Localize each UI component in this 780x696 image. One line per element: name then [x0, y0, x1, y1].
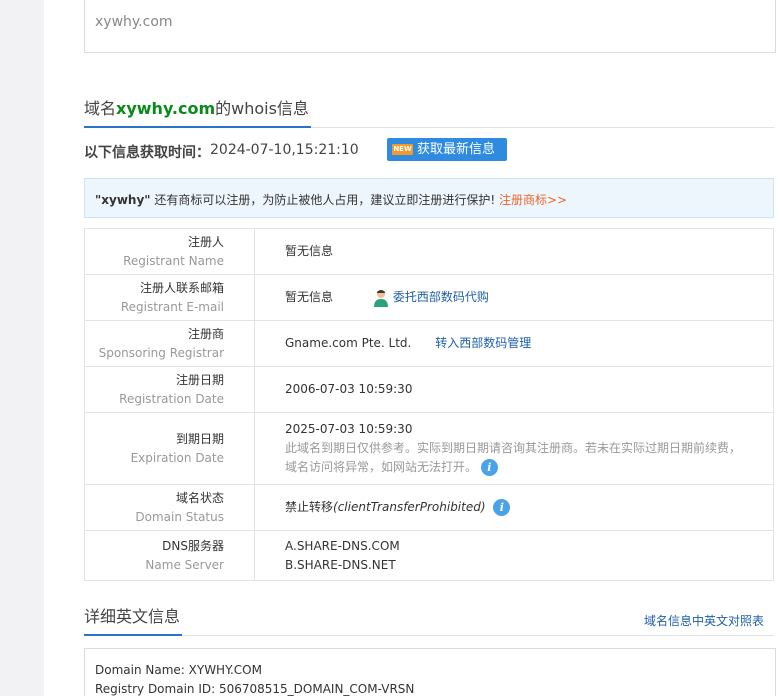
key-cn: 注册人联系邮箱	[139, 280, 224, 295]
name-server-2: B.SHARE-DNS.NET	[285, 557, 396, 572]
registration-date-value: 2006-07-03 10:59:30	[285, 382, 413, 396]
key-en: Name Server	[145, 557, 224, 572]
key-en: Registration Date	[119, 391, 224, 406]
expiration-note-line2-wrap: 域名访问将异常，如网站无法打开。 i	[285, 458, 773, 477]
detail-section-header: 详细英文信息 域名信息中英文对照表	[84, 604, 774, 636]
fetch-time-value: 2024-07-10,15:21:10	[210, 142, 359, 158]
row-value: 暂无信息 委托西部数码代购	[254, 274, 774, 321]
expiration-note-line2: 域名访问将异常，如网站无法打开。	[285, 460, 478, 474]
register-trademark-link[interactable]: 注册商标>>	[499, 193, 567, 207]
key-en: Registrant Name	[123, 253, 224, 268]
expiration-date-value: 2025-07-03 10:59:30	[285, 422, 413, 436]
person-icon	[373, 289, 388, 307]
row-key: 到期日期 Expiration Date	[84, 412, 255, 485]
whois-section-title: 域名xywhy.com的whois信息	[84, 96, 311, 128]
search-value: xywhy.com	[95, 14, 173, 30]
title-prefix: 域名	[84, 99, 117, 118]
raw-line: Domain Name: XYWHY.COM	[95, 663, 262, 677]
refresh-info-button[interactable]: NEW 获取最新信息	[387, 138, 507, 161]
whois-table: 注册人 Registrant Name 暂无信息 注册人联系邮箱 Registran…	[84, 228, 774, 581]
detail-section-title: 详细英文信息	[84, 604, 183, 636]
row-value: 禁止转移(clientTransferProhibited) i	[254, 484, 774, 531]
row-key: 注册日期 Registration Date	[84, 366, 255, 413]
refresh-button-label: 获取最新信息	[417, 142, 496, 157]
row-value: 暂无信息	[254, 228, 774, 275]
expiration-note-line1: 此域名到期日仅供参考。实际到期日期请咨询其注册商。若未在实际过期日期前续费，	[285, 441, 742, 455]
key-cn: 注册人	[187, 234, 224, 249]
status-value-en: (clientTransferProhibited)	[333, 500, 486, 514]
whois-section-header: 域名xywhy.com的whois信息	[84, 96, 774, 128]
registrar-value: Gname.com Pte. Ltd.	[285, 336, 412, 350]
row-value: Gname.com Pte. Ltd. 转入西部数码管理	[254, 320, 774, 367]
trademark-brand: "xywhy"	[95, 193, 151, 207]
new-badge-icon: NEW	[392, 144, 413, 155]
row-key: 注册人 Registrant Name	[84, 228, 255, 275]
key-en: Domain Status	[135, 509, 224, 524]
table-row: 到期日期 Expiration Date 2025-07-03 10:59:30 …	[84, 412, 774, 485]
row-value: 2006-07-03 10:59:30	[254, 366, 774, 413]
fetch-time-row: 以下信息获取时间： 2024-07-10,15:21:10 NEW 获取最新信息	[84, 138, 774, 162]
table-row: 注册人联系邮箱 Registrant E-mail 暂无信息 委托西部数码代购	[84, 274, 774, 321]
registrant-value: 暂无信息	[285, 244, 334, 258]
info-icon[interactable]: i	[493, 499, 511, 516]
raw-line: Registry Domain ID: 506708515_DOMAIN_COM…	[95, 682, 415, 696]
cn-en-glossary-link[interactable]: 域名信息中英文对照表	[644, 612, 764, 629]
key-en: Expiration Date	[130, 450, 224, 465]
row-key: 注册人联系邮箱 Registrant E-mail	[84, 274, 255, 321]
status-value: 禁止转移	[285, 500, 334, 514]
transfer-in-link[interactable]: 转入西部数码管理	[435, 336, 531, 350]
key-cn: 到期日期	[175, 431, 224, 446]
row-value: A.SHARE-DNS.COM B.SHARE-DNS.NET	[254, 530, 774, 581]
left-rail	[0, 0, 44, 696]
key-cn: 域名状态	[175, 490, 224, 505]
key-en: Registrant E-mail	[120, 299, 224, 314]
email-value: 暂无信息	[285, 290, 334, 304]
table-row: 注册日期 Registration Date 2006-07-03 10:59:3…	[84, 366, 774, 413]
search-box[interactable]: xywhy.com	[84, 0, 776, 53]
key-cn: 注册日期	[175, 372, 224, 387]
fetch-time-label: 以下信息获取时间：	[84, 145, 210, 161]
trademark-text: 还有商标可以注册，为防止被他人占用，建议立即注册进行保护!	[150, 193, 499, 207]
key-cn: 注册商	[187, 326, 224, 341]
row-value: 2025-07-03 10:59:30 此域名到期日仅供参考。实际到期日期请咨询…	[254, 412, 774, 485]
table-row: 注册商 Sponsoring Registrar Gname.com Pte. L…	[84, 320, 774, 367]
row-key: 域名状态 Domain Status	[84, 484, 255, 531]
title-suffix: 的whois信息	[215, 99, 309, 118]
name-server-1: A.SHARE-DNS.COM	[285, 538, 400, 553]
title-domain: xywhy.com	[116, 99, 216, 118]
key-en: Sponsoring Registrar	[98, 345, 224, 360]
info-icon[interactable]: i	[480, 459, 498, 476]
key-cn: DNS服务器	[162, 538, 224, 553]
trademark-notice: "xywhy" 还有商标可以注册，为防止被他人占用，建议立即注册进行保护! 注册…	[84, 178, 774, 218]
table-row: 域名状态 Domain Status 禁止转移(clientTransferPro…	[84, 484, 774, 531]
raw-whois-box: Domain Name: XYWHY.COM Registry Domain I…	[84, 648, 776, 696]
row-key: 注册商 Sponsoring Registrar	[84, 320, 255, 367]
agent-purchase-link[interactable]: 委托西部数码代购	[393, 290, 489, 304]
table-row: 注册人 Registrant Name 暂无信息	[84, 228, 774, 275]
table-row: DNS服务器 Name Server A.SHARE-DNS.COM B.SHAR…	[84, 530, 774, 581]
row-key: DNS服务器 Name Server	[84, 530, 255, 581]
